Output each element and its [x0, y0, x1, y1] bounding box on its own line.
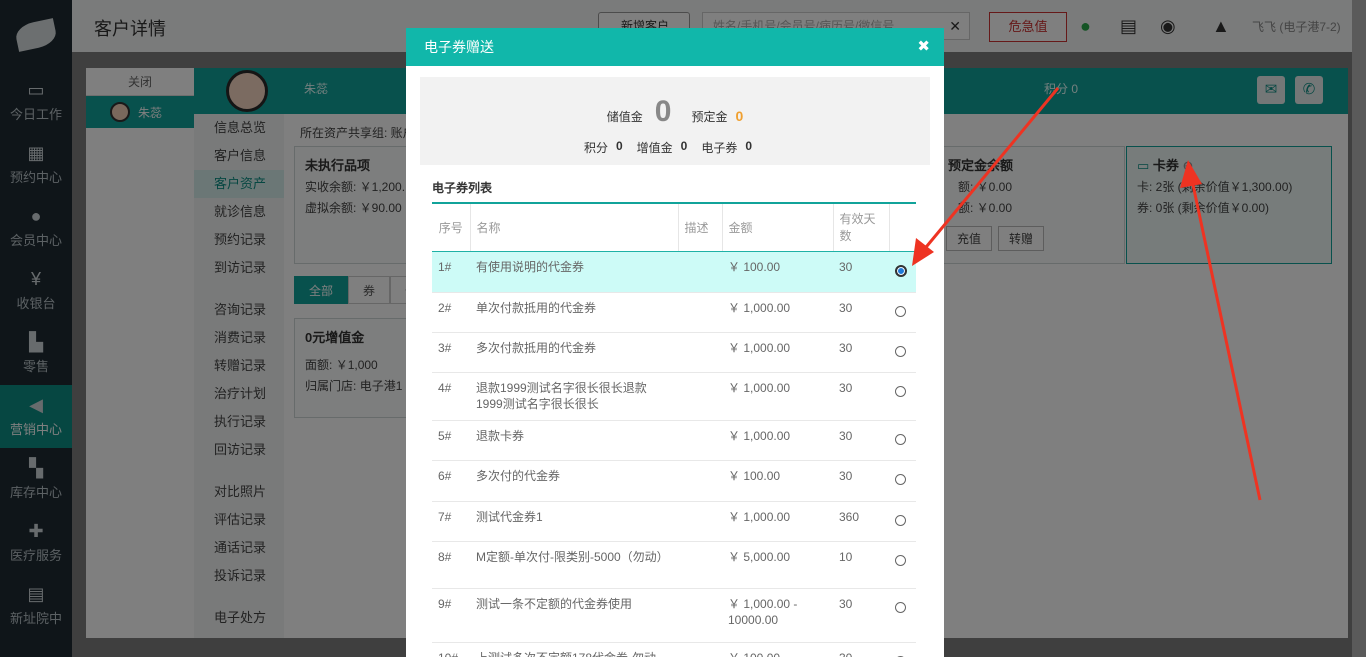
- annotation-arrow: [1180, 160, 1262, 501]
- annotation-arrows: [912, 87, 1262, 501]
- annotation-arrow: [912, 87, 1060, 266]
